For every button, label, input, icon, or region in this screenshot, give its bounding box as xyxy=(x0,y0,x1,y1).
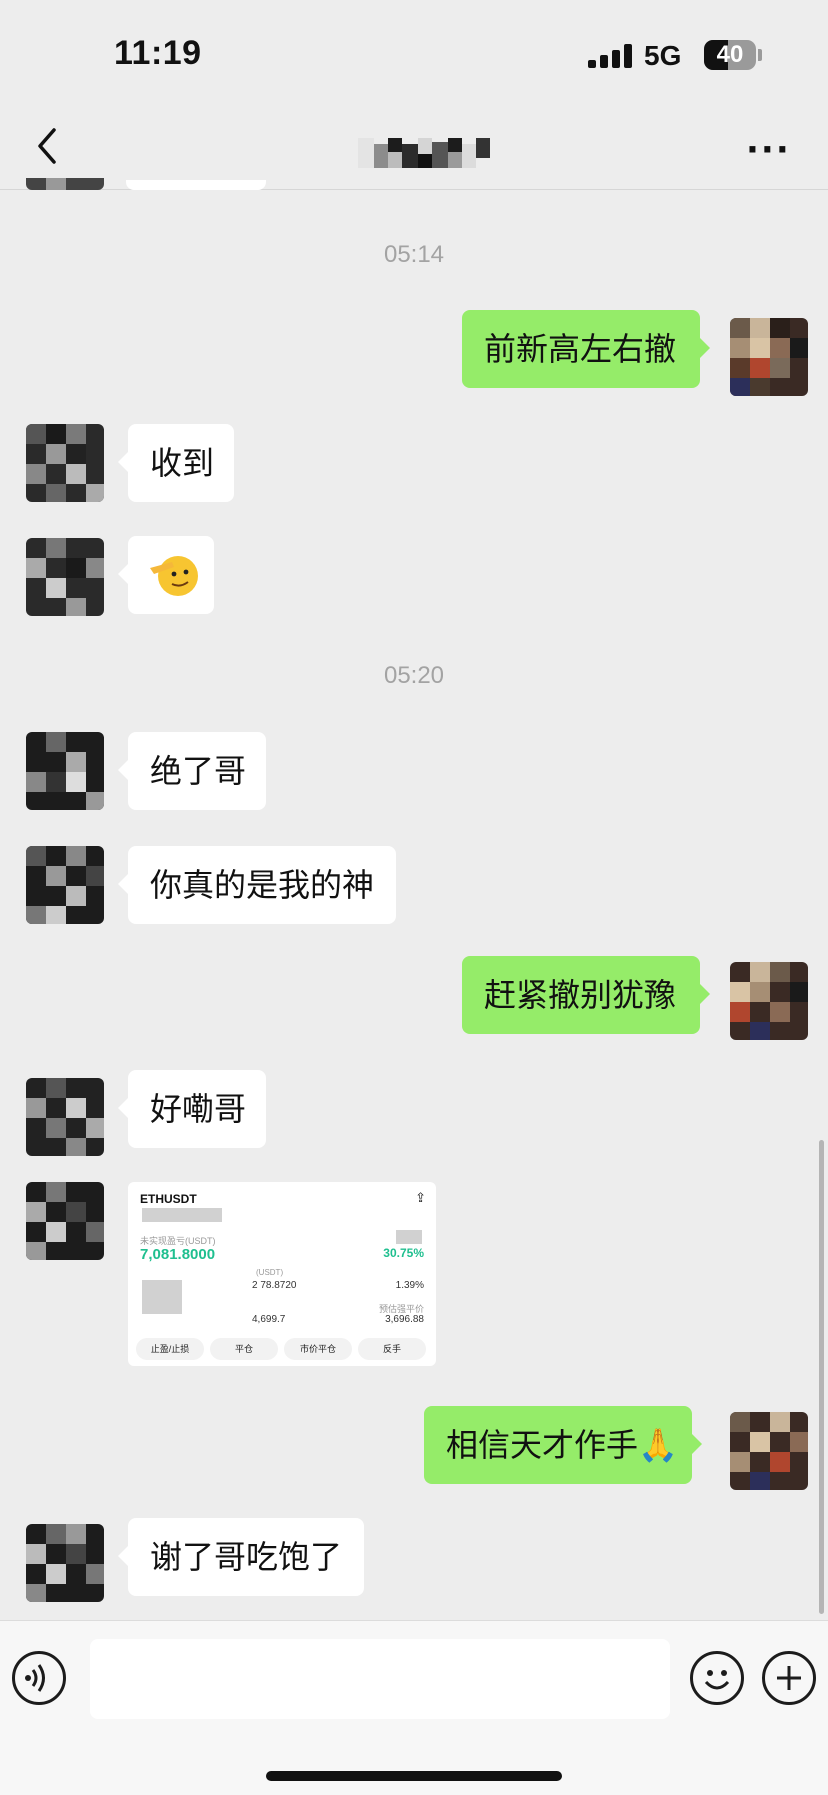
tp-sl-button: 止盈/止损 xyxy=(136,1338,204,1360)
share-icon: ⇪ xyxy=(415,1190,426,1205)
more-options-button[interactable]: ··· xyxy=(746,133,791,167)
redacted-area xyxy=(396,1230,422,1244)
home-indicator[interactable] xyxy=(266,1771,562,1781)
signal-icon xyxy=(588,44,632,68)
received-message[interactable]: 收到 xyxy=(118,424,234,502)
emoji-message[interactable] xyxy=(118,536,214,614)
entry-price-value: 4,699.7 xyxy=(252,1314,286,1325)
timestamp: 05:14 xyxy=(383,241,445,268)
voice-icon xyxy=(25,1664,45,1692)
sent-message[interactable]: 赶紧撤别犹豫 xyxy=(462,956,710,1034)
saluting-face-icon xyxy=(150,556,198,596)
status-bar: 11:19 5G 40 xyxy=(0,0,828,110)
received-message[interactable]: 谢了哥吃饱了 xyxy=(118,1518,364,1596)
battery-nub xyxy=(758,49,762,61)
battery-icon: 40 xyxy=(704,40,756,70)
chevron-left-icon xyxy=(38,128,56,164)
trade-screenshot-image[interactable]: ETHUSDT ⇪ 未实现盈亏(USDT) 7,081.8000 30.75% … xyxy=(128,1182,436,1366)
sent-message[interactable]: 相信天才作手🙏 xyxy=(424,1406,702,1484)
my-avatar[interactable] xyxy=(730,318,808,396)
contact-avatar[interactable] xyxy=(26,1182,104,1260)
received-message[interactable]: 好嘞哥 xyxy=(118,1070,266,1148)
contact-avatar[interactable] xyxy=(26,846,104,924)
close-position-button: 平仓 xyxy=(210,1338,278,1360)
chat-title-pixelated xyxy=(358,138,490,168)
more-actions-button[interactable] xyxy=(762,1651,816,1705)
contact-avatar[interactable] xyxy=(26,1078,104,1156)
contact-avatar[interactable] xyxy=(26,538,104,616)
my-avatar[interactable] xyxy=(730,1412,808,1490)
smile-icon xyxy=(704,1670,730,1690)
back-button[interactable] xyxy=(32,124,72,168)
message-input[interactable] xyxy=(90,1639,670,1719)
liquidation-price-value: 3,696.88 xyxy=(385,1314,424,1325)
scrollbar[interactable] xyxy=(819,1140,824,1614)
emoji-button[interactable] xyxy=(690,1651,744,1705)
trade-symbol: ETHUSDT xyxy=(140,1192,197,1206)
received-message[interactable]: 绝了哥 xyxy=(118,732,266,810)
input-bar xyxy=(0,1620,828,1795)
plus-icon xyxy=(777,1666,801,1690)
reverse-button: 反手 xyxy=(358,1338,426,1360)
sent-message[interactable]: 前新高左右撤 xyxy=(462,310,710,388)
market-close-button: 市价平仓 xyxy=(284,1338,352,1360)
redacted-area xyxy=(142,1208,222,1222)
received-message[interactable]: 你真的是我的神 xyxy=(118,846,396,924)
network-type: 5G xyxy=(644,40,682,71)
my-avatar[interactable] xyxy=(730,962,808,1040)
roi-value: 30.75% xyxy=(383,1246,424,1260)
chat-header: ··· xyxy=(0,110,828,190)
message-bubble xyxy=(126,180,266,190)
voice-button[interactable] xyxy=(12,1651,66,1705)
position-size-value: 2 78.8720 xyxy=(252,1280,297,1291)
battery-level: 40 xyxy=(716,41,744,68)
contact-avatar[interactable] xyxy=(26,732,104,810)
margin-ratio-value: 1.39% xyxy=(395,1280,424,1291)
status-time: 11:19 xyxy=(114,34,202,72)
position-size-label: (USDT) xyxy=(256,1268,284,1277)
contact-avatar[interactable] xyxy=(26,424,104,502)
redacted-area xyxy=(142,1280,182,1314)
contact-avatar[interactable] xyxy=(26,1524,104,1602)
unrealized-pnl-value: 7,081.8000 xyxy=(140,1246,216,1263)
timestamp: 05:20 xyxy=(383,662,445,689)
